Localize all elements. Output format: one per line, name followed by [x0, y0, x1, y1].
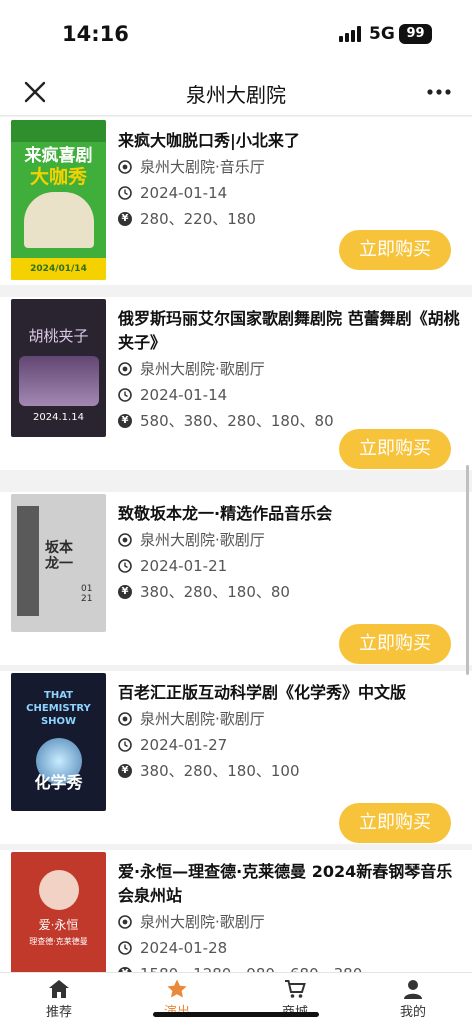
- tab-label: 我的: [399, 1005, 426, 1020]
- venue-row: 泉州大剧院·歌剧厅: [118, 528, 460, 552]
- tab-label: 推荐: [45, 1005, 72, 1020]
- cart-icon: [285, 980, 306, 998]
- scrollbar[interactable]: [466, 465, 469, 675]
- venue-row: 泉州大剧院·音乐厅: [118, 155, 460, 179]
- event-poster[interactable]: 胡桃夹子 2024.1.14: [11, 299, 106, 437]
- event-card[interactable]: 爱·永恒 理查德·克莱德曼 爱·永恒—理查德·克莱德曼 2024新春钢琴音乐会泉…: [0, 850, 472, 972]
- event-date: 2024-01-14: [140, 386, 228, 404]
- star-icon: [167, 979, 187, 998]
- event-title[interactable]: 致敬坂本龙一·精选作品音乐会: [118, 502, 460, 526]
- clock-icon: [118, 388, 132, 402]
- tab-recommend[interactable]: 推荐: [0, 973, 118, 1024]
- poster-text: 坂本龙一: [45, 540, 73, 572]
- event-poster[interactable]: 来疯喜剧 大咖秀 2024/01/14: [11, 120, 106, 280]
- home-icon: [49, 980, 69, 998]
- date-row: 2024-01-28: [118, 936, 460, 960]
- event-card[interactable]: 坂本龙一 01 21 致敬坂本龙一·精选作品音乐会 泉州大剧院·歌剧厅 2024…: [0, 492, 472, 665]
- date-row: 2024-01-27: [118, 733, 460, 757]
- price-icon: ¥: [118, 212, 132, 226]
- home-indicator: [153, 1012, 319, 1017]
- poster-footer: 2024.1.14: [33, 412, 84, 423]
- event-date: 2024-01-21: [140, 557, 228, 575]
- location-icon: [118, 533, 132, 547]
- event-prices: 380、280、180、100: [140, 762, 300, 780]
- poster-text: 来疯喜剧: [24, 146, 93, 166]
- poster-footer: 01 21: [81, 584, 93, 604]
- price-icon: ¥: [118, 585, 132, 599]
- event-date: 2024-01-27: [140, 736, 228, 754]
- event-poster[interactable]: 坂本龙一 01 21: [11, 494, 106, 632]
- battery-icon: 99: [399, 24, 432, 44]
- event-title[interactable]: 百老汇正版互动科学剧《化学秀》中文版: [118, 681, 460, 705]
- poster-text: 爱·永恒: [38, 918, 79, 932]
- location-icon: [118, 362, 132, 376]
- venue-row: 泉州大剧院·歌剧厅: [118, 910, 460, 934]
- location-icon: [118, 915, 132, 929]
- poster-title: 化学秀: [34, 773, 83, 792]
- event-prices: 1580、1280、980、680、380: [140, 962, 362, 972]
- buy-button[interactable]: 立即购买: [339, 230, 451, 270]
- event-card[interactable]: THAT CHEMISTRY SHOW 化学秀 百老汇正版互动科学剧《化学秀》中…: [0, 671, 472, 844]
- status-bar: 14:16 5G 99: [0, 0, 472, 70]
- date-row: 2024-01-14: [118, 383, 460, 407]
- event-poster[interactable]: THAT CHEMISTRY SHOW 化学秀: [11, 673, 106, 811]
- venue-row: 泉州大剧院·歌剧厅: [118, 707, 460, 731]
- event-title[interactable]: 来疯大咖脱口秀|小北来了: [118, 129, 460, 153]
- event-poster[interactable]: 爱·永恒 理查德·克莱德曼: [11, 852, 106, 972]
- event-prices: 580、380、280、180、80: [140, 412, 334, 430]
- location-icon: [118, 712, 132, 726]
- more-icon[interactable]: [426, 81, 452, 103]
- event-card[interactable]: 胡桃夹子 2024.1.14 俄罗斯玛丽艾尔国家歌剧舞剧院 芭蕾舞剧《胡桃夹子》…: [0, 297, 472, 470]
- event-card[interactable]: 来疯喜剧 大咖秀 2024/01/14 来疯大咖脱口秀|小北来了 泉州大剧院·音…: [0, 117, 472, 285]
- date-row: 2024-01-21: [118, 554, 460, 578]
- poster-text: 理查德·克莱德曼: [29, 937, 88, 946]
- price-row: ¥ 380、280、180、100: [118, 759, 460, 783]
- event-prices: 380、280、180、80: [140, 583, 290, 601]
- buy-button[interactable]: 立即购买: [339, 429, 451, 469]
- price-row: ¥ 1580、1280、980、680、380: [118, 962, 460, 972]
- venue-row: 泉州大剧院·歌剧厅: [118, 357, 460, 381]
- price-row: ¥ 280、220、180: [118, 207, 460, 231]
- event-venue: 泉州大剧院·音乐厅: [140, 158, 265, 176]
- network-label: 5G: [369, 24, 395, 44]
- event-title[interactable]: 爱·永恒—理查德·克莱德曼 2024新春钢琴音乐会泉州站: [118, 860, 460, 908]
- price-row: ¥ 380、280、180、80: [118, 580, 460, 604]
- poster-text: 大咖秀: [29, 166, 87, 188]
- clock-icon: [118, 738, 132, 752]
- buy-button[interactable]: 立即购买: [339, 803, 451, 843]
- clock-icon: [118, 559, 132, 573]
- signal-icon: [339, 26, 363, 42]
- event-list: 来疯喜剧 大咖秀 2024/01/14 来疯大咖脱口秀|小北来了 泉州大剧院·音…: [0, 117, 472, 972]
- event-venue: 泉州大剧院·歌剧厅: [140, 913, 265, 931]
- status-time: 14:16: [62, 22, 129, 46]
- clock-icon: [118, 186, 132, 200]
- poster-text: THAT CHEMISTRY SHOW: [26, 690, 91, 727]
- tab-mine[interactable]: 我的: [354, 973, 472, 1024]
- event-date: 2024-01-28: [140, 939, 228, 957]
- event-title[interactable]: 俄罗斯玛丽艾尔国家歌剧舞剧院 芭蕾舞剧《胡桃夹子》: [118, 307, 460, 355]
- poster-footer: 2024/01/14: [11, 258, 106, 280]
- price-icon: ¥: [118, 414, 132, 428]
- date-row: 2024-01-14: [118, 181, 460, 205]
- event-venue: 泉州大剧院·歌剧厅: [140, 531, 265, 549]
- clock-icon: [118, 941, 132, 955]
- event-venue: 泉州大剧院·歌剧厅: [140, 710, 265, 728]
- page-title: 泉州大剧院: [186, 83, 286, 107]
- event-venue: 泉州大剧院·歌剧厅: [140, 360, 265, 378]
- buy-button[interactable]: 立即购买: [339, 624, 451, 664]
- poster-text: 胡桃夹子: [28, 327, 89, 345]
- location-icon: [118, 160, 132, 174]
- event-date: 2024-01-14: [140, 184, 228, 202]
- event-prices: 280、220、180: [140, 210, 256, 228]
- nav-bar: 泉州大剧院: [0, 70, 472, 116]
- price-icon: ¥: [118, 764, 132, 778]
- user-icon: [404, 980, 422, 999]
